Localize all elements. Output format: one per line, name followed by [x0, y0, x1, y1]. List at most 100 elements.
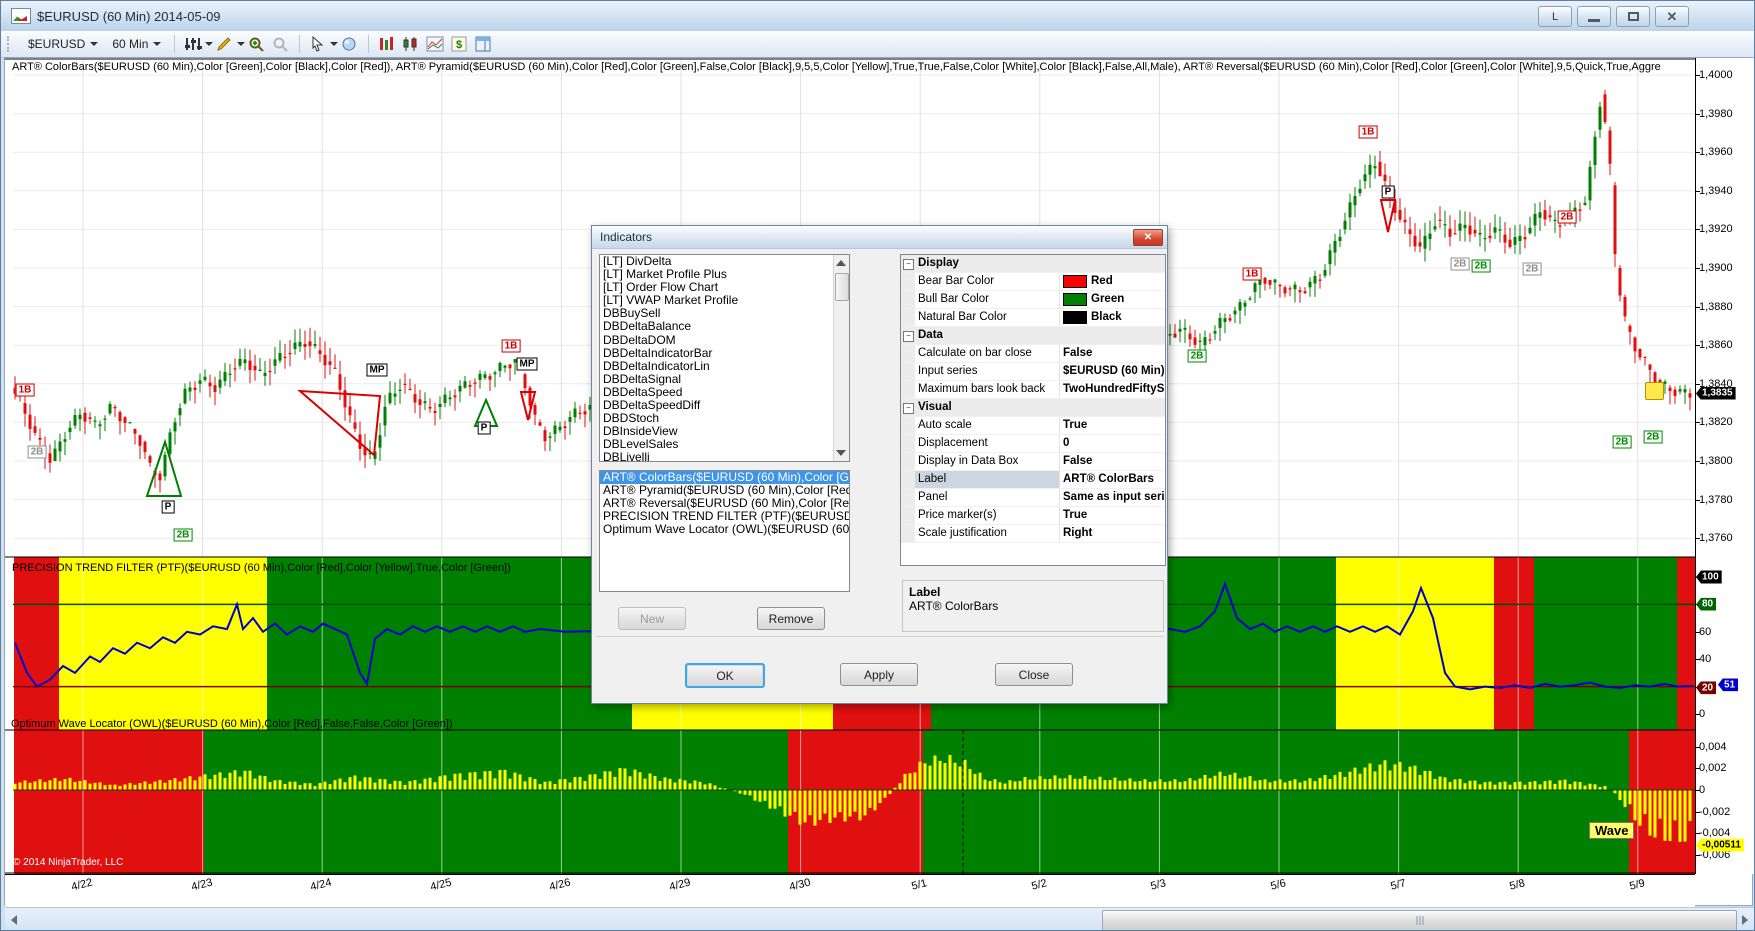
chart-style-icon[interactable]: [425, 35, 445, 53]
owl-value-badge: -0,00511: [1696, 839, 1744, 852]
scroll-left-icon[interactable]: [11, 915, 17, 925]
chevron-down-icon[interactable]: [237, 42, 245, 46]
available-indicator-item[interactable]: DBDeltaIndicatorBar: [600, 347, 849, 360]
chevron-down-icon[interactable]: [330, 42, 338, 46]
scroll-up-icon[interactable]: [836, 260, 846, 266]
signal-marker-mp: MP: [517, 358, 538, 371]
available-indicator-item[interactable]: DBDeltaSignal: [600, 373, 849, 386]
price-tick: 1,3860: [1699, 339, 1733, 351]
reversal-yellow-marker: [1645, 382, 1664, 400]
panel-icon[interactable]: [473, 35, 493, 53]
indicator-properties-grid[interactable]: −DisplayBear Bar ColorRedBull Bar ColorG…: [900, 254, 1166, 566]
available-indicator-item[interactable]: DBLivelli: [600, 451, 849, 462]
new-button[interactable]: New: [618, 607, 686, 630]
property-row-scale-justification[interactable]: Scale justificationRight: [901, 525, 1165, 543]
bar-type-icon[interactable]: [377, 35, 397, 53]
property-description-box: Label ART® ColorBars: [902, 580, 1164, 632]
last-price-badge: 1,3835: [1696, 387, 1736, 400]
cursor-icon[interactable]: [308, 35, 328, 53]
indicator-header-text: ART® ColorBars($EURUSD (60 Min),Color [G…: [12, 61, 1690, 73]
dialog-close-button[interactable]: ✕: [1133, 229, 1163, 246]
scrollbar-thumb[interactable]: [835, 273, 849, 301]
dialog-title: Indicators: [600, 230, 652, 244]
property-row-display-in-data-box[interactable]: Display in Data BoxFalse: [901, 453, 1165, 471]
property-section-visual[interactable]: −Visual: [901, 399, 1165, 417]
instrument-dropdown[interactable]: $EURUSD: [21, 34, 105, 54]
signal-marker-p: P: [1382, 186, 1395, 199]
date-tick: 5/2: [1030, 877, 1048, 892]
property-row-bull-bar-color[interactable]: Bull Bar ColorGreen: [901, 291, 1165, 309]
date-tick: 5/6: [1269, 877, 1287, 892]
draw-icon[interactable]: [215, 35, 235, 53]
date-tick: 4/29: [668, 877, 692, 894]
property-row-panel[interactable]: PanelSame as input series: [901, 489, 1165, 507]
indicators-dialog[interactable]: Indicators ✕ [LT] DivDelta[LT] Market Pr…: [591, 225, 1168, 704]
copyright-text: © 2014 NinjaTrader, LLC: [13, 857, 123, 868]
chart-window: $EURUSD (60 Min) 2014-05-09 L ✕ $EURUSD …: [0, 0, 1755, 931]
indicators-icon[interactable]: [183, 35, 203, 53]
date-tick: 4/26: [548, 877, 572, 894]
dollar-icon[interactable]: $: [449, 35, 469, 53]
color-swatch: [1063, 311, 1087, 324]
close-dialog-button[interactable]: Close: [995, 663, 1073, 686]
property-section-data[interactable]: −Data: [901, 327, 1165, 345]
link-button[interactable]: L: [1538, 6, 1572, 27]
close-icon: ✕: [1667, 12, 1678, 22]
price-tick: 1,4000: [1699, 69, 1733, 81]
scroll-right-icon[interactable]: [1742, 915, 1748, 925]
title-bar[interactable]: $EURUSD (60 Min) 2014-05-09 L ✕: [1, 1, 1754, 31]
ptf-tick: 60: [1699, 626, 1711, 638]
ok-button[interactable]: OK: [685, 663, 765, 688]
signal-marker-1b: 1B: [16, 384, 35, 397]
signal-marker-2b: 2B: [1188, 350, 1207, 363]
remove-button[interactable]: Remove: [757, 607, 825, 630]
apply-button[interactable]: Apply: [840, 663, 918, 686]
property-row-natural-bar-color[interactable]: Natural Bar ColorBlack: [901, 309, 1165, 327]
configured-indicators-list[interactable]: ART® ColorBars($EURUSD (60 Min),Color [G…: [599, 470, 850, 592]
close-icon: ✕: [1144, 233, 1152, 243]
chevron-down-icon[interactable]: [205, 42, 213, 46]
property-row-price-marker-s-[interactable]: Price marker(s)True: [901, 507, 1165, 525]
configured-indicator-item[interactable]: Optimum Wave Locator (OWL)($EURUSD (60 M…: [600, 523, 849, 536]
price-tick: 1,3900: [1699, 262, 1733, 274]
owl-tick: -0,004: [1699, 827, 1730, 839]
scrollbar-thumb[interactable]: [1102, 910, 1737, 931]
property-section-display[interactable]: −Display: [901, 255, 1165, 273]
price-tick: 1,3760: [1699, 532, 1733, 544]
date-tick: 4/25: [429, 877, 453, 894]
property-row-input-series[interactable]: Input series$EURUSD (60 Min): [901, 363, 1165, 381]
date-tick: 4/23: [190, 877, 214, 894]
owl-tick: -0,002: [1699, 806, 1730, 818]
property-row-calculate-on-bar-close[interactable]: Calculate on bar closeFalse: [901, 345, 1165, 363]
property-row-bear-bar-color[interactable]: Bear Bar ColorRed: [901, 273, 1165, 291]
horizontal-scrollbar[interactable]: [5, 907, 1754, 931]
property-row-auto-scale[interactable]: Auto scaleTrue: [901, 417, 1165, 435]
data-box-icon[interactable]: [340, 35, 360, 53]
scroll-down-icon[interactable]: [836, 450, 846, 456]
available-indicators-list[interactable]: [LT] DivDelta[LT] Market Profile Plus[LT…: [599, 254, 850, 462]
property-row-label[interactable]: LabelART® ColorBars: [901, 471, 1165, 489]
minimize-button[interactable]: [1577, 6, 1611, 27]
time-axis[interactable]: 4/224/234/244/254/264/294/305/15/25/35/6…: [5, 874, 1695, 907]
maximize-button[interactable]: [1616, 6, 1650, 27]
available-indicator-item[interactable]: DBDeltaIndicatorLin: [600, 360, 849, 373]
toolbar-grip[interactable]: [7, 36, 13, 52]
toolbar-separator: [299, 35, 300, 53]
price-axis[interactable]: 1,40001,39801,39601,39401,39201,39001,38…: [1695, 58, 1755, 874]
property-row-maximum-bars-look-back[interactable]: Maximum bars look backTwoHundredFiftySix: [901, 381, 1165, 399]
price-tick: 1,3920: [1699, 223, 1733, 235]
price-tick: 1,3800: [1699, 455, 1733, 467]
close-button[interactable]: ✕: [1655, 6, 1689, 27]
date-tick: 5/8: [1509, 877, 1527, 892]
property-row-displacement[interactable]: Displacement0: [901, 435, 1165, 453]
dialog-title-bar[interactable]: Indicators ✕: [592, 226, 1167, 249]
interval-dropdown[interactable]: 60 Min: [105, 34, 168, 54]
signal-marker-2b: 2B: [28, 446, 47, 459]
available-indicator-item[interactable]: DBDeltaDOM: [600, 334, 849, 347]
list-scrollbar[interactable]: [833, 255, 849, 461]
property-description-text: ART® ColorBars: [909, 599, 1157, 613]
available-indicator-item[interactable]: DBDeltaBalance: [600, 320, 849, 333]
candlestick-icon[interactable]: [401, 35, 421, 53]
zoom-in-icon[interactable]: [247, 35, 267, 53]
zoom-out-icon[interactable]: [271, 35, 291, 53]
